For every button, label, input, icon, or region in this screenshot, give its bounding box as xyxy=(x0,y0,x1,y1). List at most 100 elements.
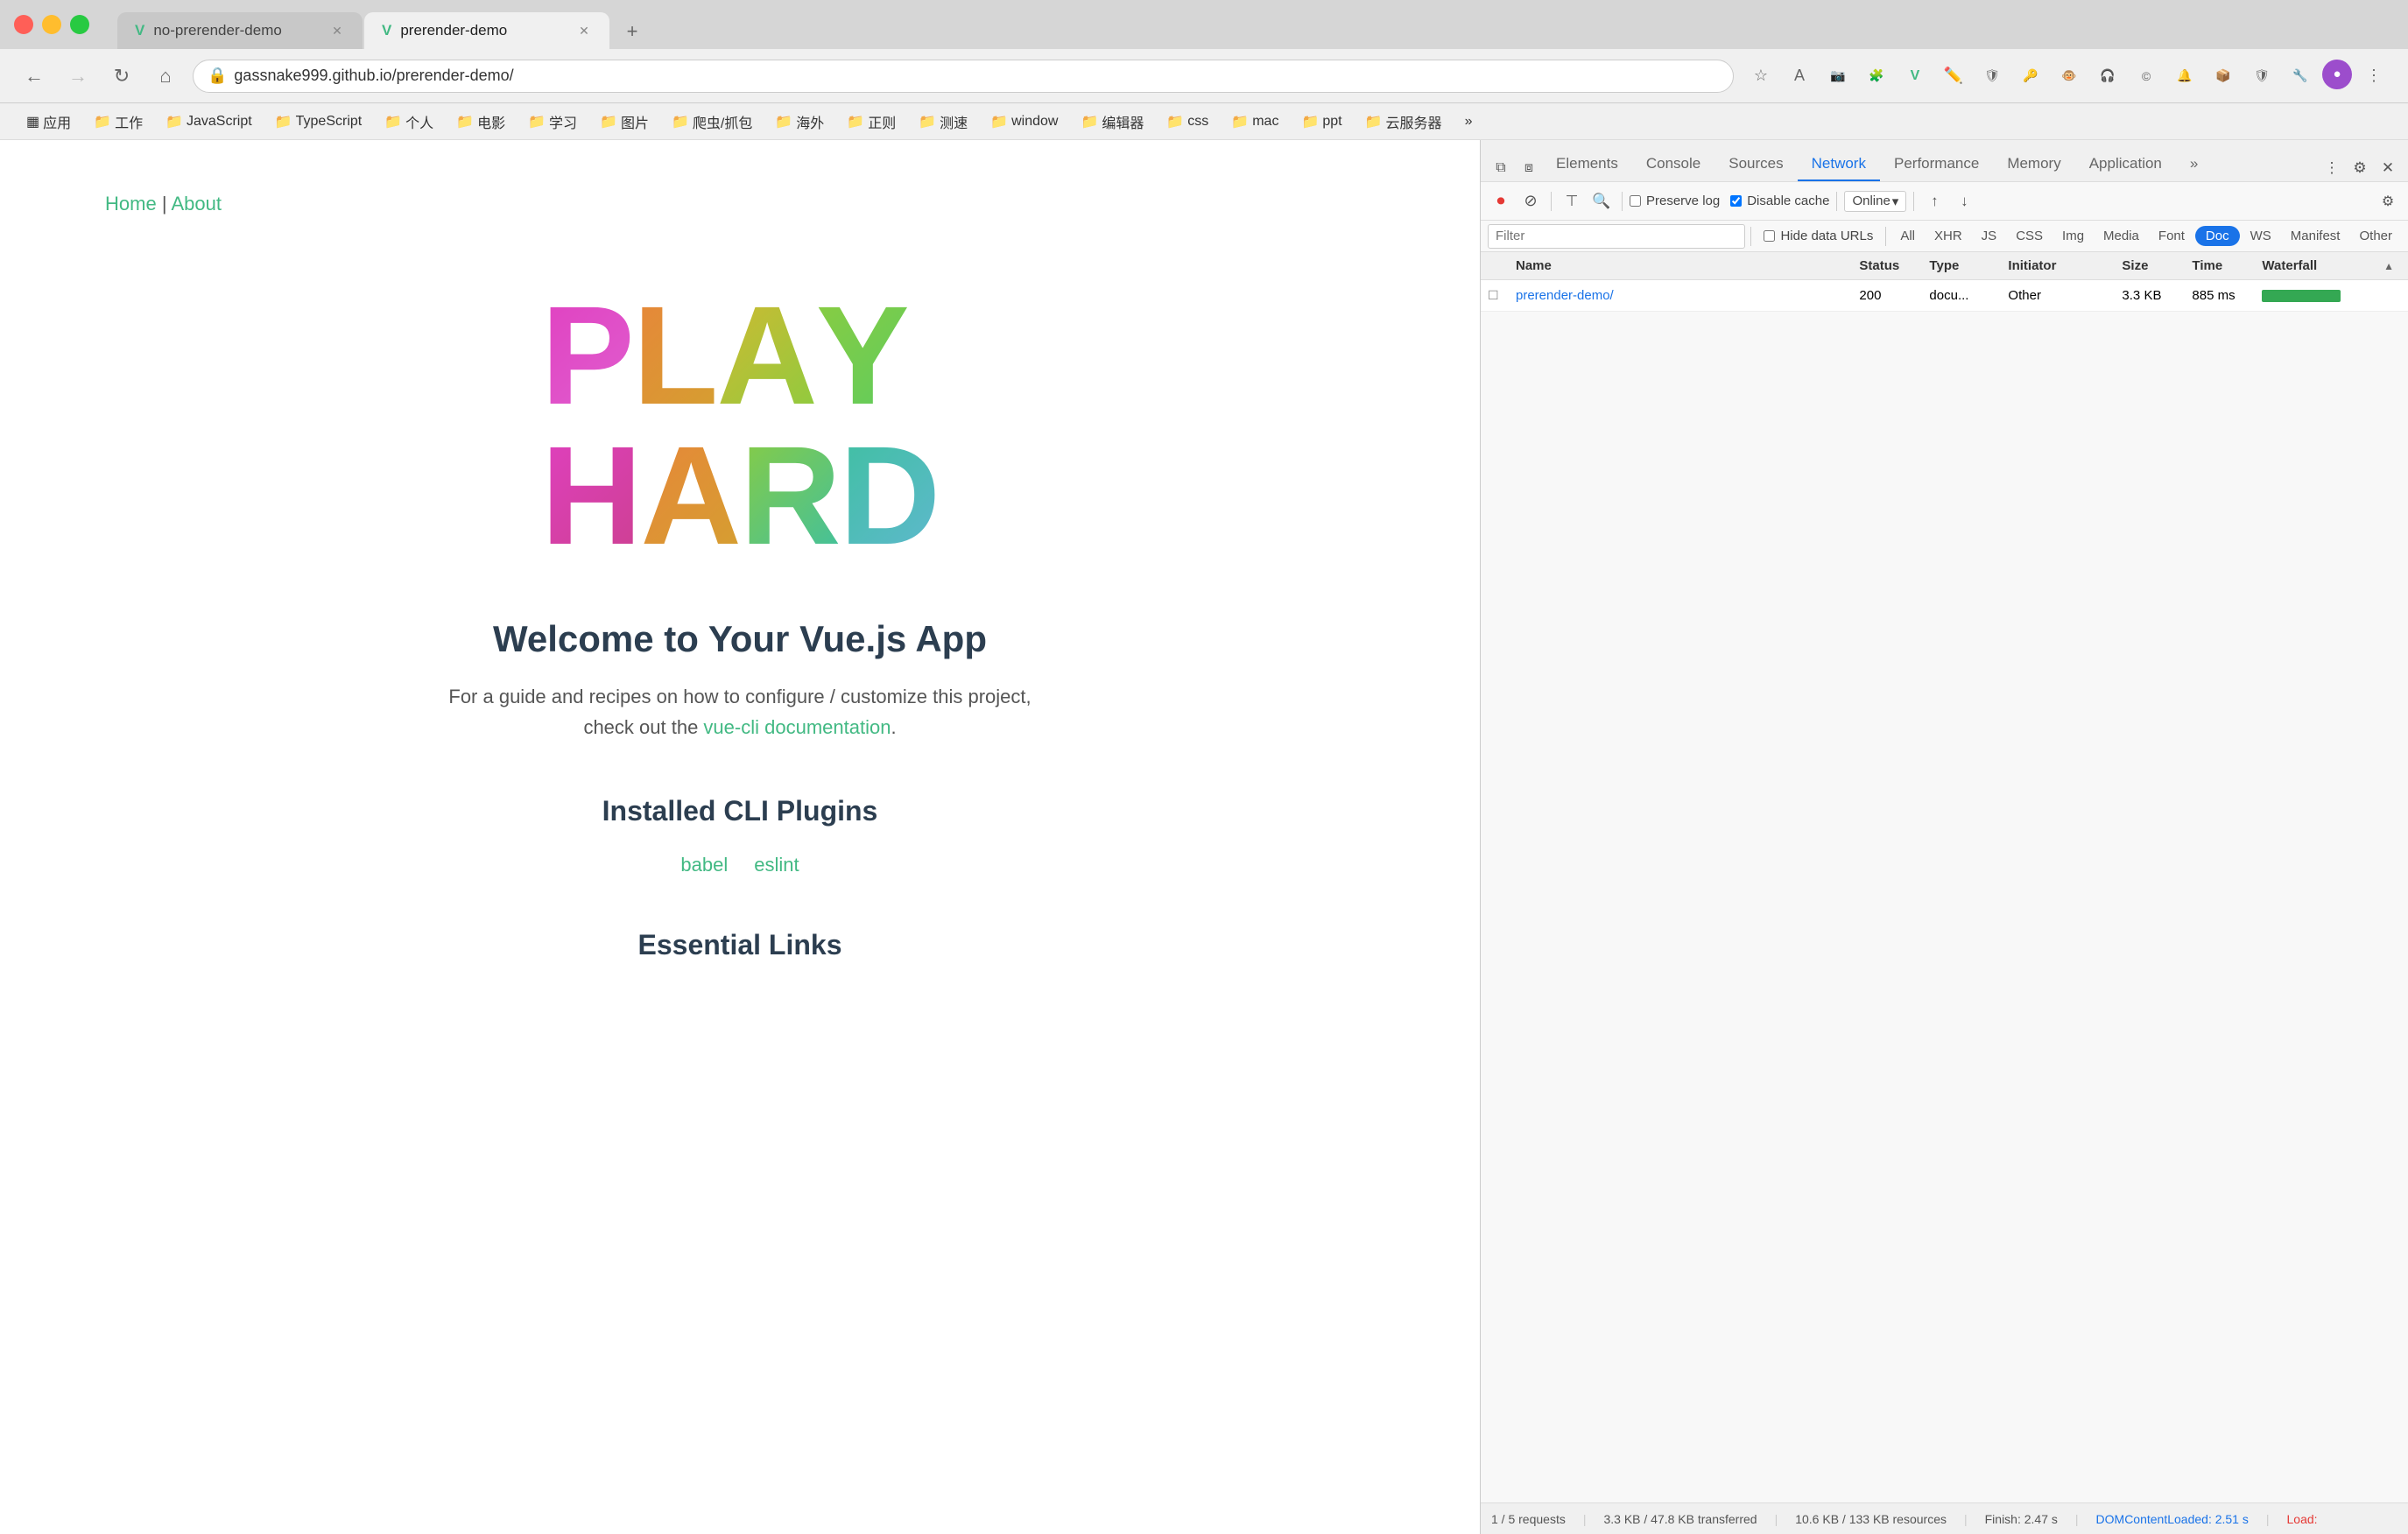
bookmark-movies[interactable]: 📁 电影 xyxy=(447,108,514,136)
hide-data-urls-checkbox[interactable]: Hide data URLs xyxy=(1764,229,1873,243)
filter-css[interactable]: CSS xyxy=(2007,225,2052,247)
minimize-button[interactable] xyxy=(42,15,61,34)
clear-button[interactable]: ⊘ xyxy=(1517,188,1544,215)
bookmark-more[interactable]: » xyxy=(1456,110,1482,133)
ext-6[interactable]: 🔔 xyxy=(2168,60,2201,93)
network-filter-input[interactable] xyxy=(1488,224,1745,249)
devtools-more-button[interactable]: ⋮ xyxy=(2319,155,2345,181)
folder-icon: 📁 xyxy=(94,113,111,130)
logo-hard-a: A xyxy=(640,426,740,566)
ext-5[interactable]: © xyxy=(2130,60,2163,93)
tab-application[interactable]: Application xyxy=(2075,148,2176,181)
preserve-log-input[interactable] xyxy=(1630,195,1641,207)
import-har-button[interactable]: ↑ xyxy=(1921,188,1947,215)
bookmark-work[interactable]: 📁 工作 xyxy=(85,108,151,136)
status-sep-3: | xyxy=(1964,1512,1968,1526)
tab-close-1[interactable]: ✕ xyxy=(329,23,345,39)
row-time: 885 ms xyxy=(2185,288,2255,303)
preserve-log-checkbox[interactable]: Preserve log xyxy=(1630,194,1720,208)
bookmark-cloud[interactable]: 📁 云服务器 xyxy=(1356,108,1451,136)
bookmark-speedtest[interactable]: 📁 测速 xyxy=(910,108,976,136)
filter-font[interactable]: Font xyxy=(2150,225,2193,247)
filter-ws[interactable]: WS xyxy=(2242,225,2280,247)
bookmark-regex[interactable]: 📁 正则 xyxy=(838,108,905,136)
filter-manifest[interactable]: Manifest xyxy=(2282,225,2349,247)
pen-icon[interactable]: ✏️ xyxy=(1937,60,1970,93)
table-row[interactable]: ☐ prerender-demo/ 200 docu... Other 3.3 … xyxy=(1481,280,2408,312)
tab-no-prerender-demo[interactable]: V no-prerender-demo ✕ xyxy=(117,12,363,49)
vue-cli-docs-link[interactable]: vue-cli documentation xyxy=(703,716,891,738)
bookmark-css[interactable]: 📁 css xyxy=(1158,109,1217,134)
filter-img[interactable]: Img xyxy=(2053,225,2093,247)
bookmark-ppt[interactable]: 📁 ppt xyxy=(1292,109,1350,134)
tab-close-2[interactable]: ✕ xyxy=(576,23,592,39)
more-button[interactable]: ⋮ xyxy=(2357,60,2390,93)
tab-performance[interactable]: Performance xyxy=(1880,148,1993,181)
bookmark-study[interactable]: 📁 学习 xyxy=(519,108,586,136)
export-har-button[interactable]: ↓ xyxy=(1951,188,1977,215)
filter-xhr[interactable]: XHR xyxy=(1926,225,1971,247)
tab-elements[interactable]: Elements xyxy=(1542,148,1632,181)
hide-data-urls-input[interactable] xyxy=(1764,230,1775,242)
eslint-link[interactable]: eslint xyxy=(754,854,799,876)
disable-cache-input[interactable] xyxy=(1730,195,1742,207)
babel-link[interactable]: babel xyxy=(680,854,728,876)
home-button[interactable]: ⌂ xyxy=(149,60,182,93)
disable-cache-checkbox[interactable]: Disable cache xyxy=(1730,194,1829,208)
devtools-undock-button[interactable]: ⧈ xyxy=(1516,155,1542,181)
home-link[interactable]: Home xyxy=(105,193,157,215)
ext-4[interactable]: 🎧 xyxy=(2091,60,2124,93)
maximize-button[interactable] xyxy=(70,15,89,34)
search-button[interactable]: 🔍 xyxy=(1588,188,1615,215)
bookmark-mac[interactable]: 📁 mac xyxy=(1222,109,1287,134)
bookmark-star-button[interactable]: ☆ xyxy=(1744,60,1778,93)
reload-button[interactable]: ↻ xyxy=(105,60,138,93)
ext-3[interactable]: 🐵 xyxy=(2052,60,2086,93)
record-stop-button[interactable]: ⏺ xyxy=(1488,188,1514,215)
tab-prerender-demo[interactable]: V prerender-demo ✕ xyxy=(364,12,609,49)
tab-console[interactable]: Console xyxy=(1632,148,1714,181)
translate-button[interactable]: A xyxy=(1783,60,1816,93)
devtools-dock-button[interactable]: ⧉ xyxy=(1488,155,1514,181)
tab-sources[interactable]: Sources xyxy=(1714,148,1797,181)
ext-1[interactable]: 🛡 xyxy=(1975,60,2009,93)
screenshot-button[interactable]: 📷 xyxy=(1821,60,1855,93)
filter-js[interactable]: JS xyxy=(1973,225,2006,247)
profile-button[interactable]: ● xyxy=(2322,60,2352,89)
ext-2[interactable]: 🔑 xyxy=(2014,60,2047,93)
tab-memory[interactable]: Memory xyxy=(1993,148,2074,181)
new-tab-button[interactable]: + xyxy=(615,14,650,49)
welcome-desc-suffix: . xyxy=(891,716,896,738)
devtools-close-button[interactable]: ✕ xyxy=(2375,155,2401,181)
ext-8[interactable]: 🛡 xyxy=(2245,60,2278,93)
ext-7[interactable]: 📦 xyxy=(2207,60,2240,93)
close-button[interactable] xyxy=(14,15,33,34)
extensions-button[interactable]: 🧩 xyxy=(1860,60,1893,93)
bookmark-apps[interactable]: ▦ 应用 xyxy=(18,108,80,136)
devtools-settings-gear[interactable]: ⚙ xyxy=(2347,155,2373,181)
filter-other[interactable]: Other xyxy=(2350,225,2401,247)
back-button[interactable]: ← xyxy=(18,60,51,93)
bookmark-crawler[interactable]: 📁 爬虫/抓包 xyxy=(663,108,761,136)
devtools-settings-button[interactable]: ⚙ xyxy=(2375,188,2401,215)
vue-devtools-icon[interactable]: V xyxy=(1898,60,1932,93)
ext-9[interactable]: 🔧 xyxy=(2284,60,2317,93)
about-link[interactable]: About xyxy=(171,193,222,215)
filter-all[interactable]: All xyxy=(1891,225,1924,247)
bookmark-editor[interactable]: 📁 编辑器 xyxy=(1072,108,1152,136)
filter-media[interactable]: Media xyxy=(2095,225,2148,247)
bookmark-overseas[interactable]: 📁 海外 xyxy=(766,108,833,136)
bookmark-window[interactable]: 📁 window xyxy=(982,109,1067,134)
tab-network[interactable]: Network xyxy=(1798,148,1880,181)
bookmark-personal[interactable]: 📁 个人 xyxy=(376,108,442,136)
bookmark-mac-label: mac xyxy=(1252,114,1278,130)
bookmark-images[interactable]: 📁 图片 xyxy=(591,108,658,136)
tab-more[interactable]: » xyxy=(2176,148,2212,181)
network-throttle-dropdown[interactable]: Online ▾ xyxy=(1844,191,1906,212)
bookmark-javascript[interactable]: 📁 JavaScript xyxy=(157,109,261,134)
filter-icon-button[interactable]: ⊤ xyxy=(1559,188,1585,215)
forward-button[interactable]: → xyxy=(61,60,95,93)
filter-doc[interactable]: Doc xyxy=(2195,226,2240,246)
address-bar[interactable]: 🔒 gassnake999.github.io/prerender-demo/ xyxy=(193,60,1734,93)
bookmark-typescript[interactable]: 📁 TypeScript xyxy=(266,109,371,134)
